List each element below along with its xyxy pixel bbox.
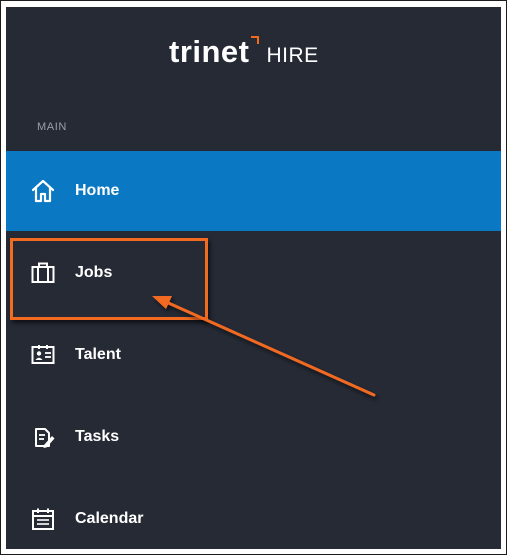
- app-logo[interactable]: trinet HIRE: [169, 34, 319, 70]
- sidebar-item-home[interactable]: Home: [6, 151, 501, 231]
- sidebar-item-label: Talent: [75, 346, 121, 363]
- screenshot-frame: trinet HIRE MAIN Home Jobs Talent Tasks …: [0, 0, 507, 555]
- sidebar: trinet HIRE MAIN Home Jobs Talent Tasks …: [6, 7, 501, 549]
- sidebar-item-tasks[interactable]: Tasks: [6, 397, 501, 477]
- home-icon: [30, 178, 56, 204]
- sidebar-item-label: Calendar: [75, 510, 144, 527]
- sidebar-item-label: Tasks: [75, 428, 120, 445]
- logo-corner-mark-icon: [250, 36, 259, 44]
- section-label-main: MAIN: [37, 121, 67, 133]
- id-card-icon: [30, 342, 56, 368]
- clipboard-edit-icon: [30, 424, 56, 450]
- logo-product-text: HIRE: [266, 44, 319, 67]
- calendar-icon: [30, 506, 56, 532]
- sidebar-item-label: Jobs: [75, 264, 113, 281]
- logo-brand-text: trinet: [169, 34, 250, 69]
- briefcase-icon: [30, 260, 56, 286]
- sidebar-item-calendar[interactable]: Calendar: [6, 479, 501, 549]
- sidebar-item-label: Home: [75, 182, 120, 199]
- sidebar-item-talent[interactable]: Talent: [6, 315, 501, 395]
- sidebar-item-jobs[interactable]: Jobs: [6, 233, 501, 313]
